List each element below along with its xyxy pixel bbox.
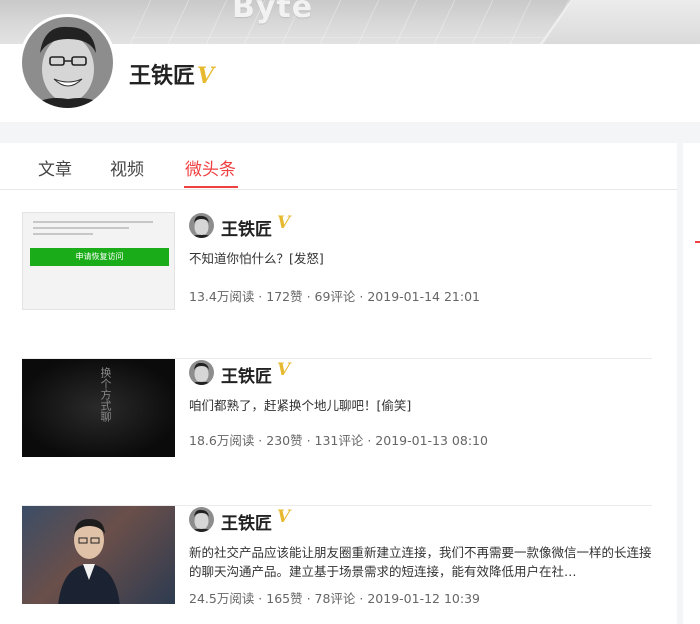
list-item[interactable]: 王铁匠 V 新的社交产品应该能让朋友圈重新建立连接，我们不再需要一款像微信一样的… (22, 506, 652, 624)
author-avatar[interactable] (189, 507, 214, 532)
post-thumbnail[interactable]: 申请恢复访问 (22, 212, 175, 310)
post-thumbnail[interactable] (22, 506, 175, 604)
post-content[interactable]: 不知道你怕什么？[发怒] (189, 249, 654, 268)
author-avatar[interactable] (189, 360, 214, 385)
thumb-button: 申请恢复访问 (30, 248, 169, 266)
list-item[interactable]: 申请恢复访问 王铁匠 V 不知道你怕什么？[发怒] 13.4万阅读 · 172赞… (22, 212, 652, 359)
content-card: 文章 视频 微头条 申请恢复访问 王铁匠 V 不知道你怕什么？[发怒] 13.4… (0, 143, 677, 624)
thumb-text-line (33, 221, 153, 223)
author-name[interactable]: 王铁匠 (221, 509, 272, 534)
post-stats: 13.4万阅读 · 172赞 · 69评论 · 2019-01-14 21:01 (189, 289, 480, 304)
sidebar-accent-mark (695, 241, 700, 243)
author-name[interactable]: 王铁匠 (221, 362, 272, 387)
thumb-overlay-text: 换个方式聊 (99, 367, 112, 422)
banner-brand-text: Byte (232, 0, 314, 25)
thumb-text-line (33, 227, 129, 229)
post-content[interactable]: 新的社交产品应该能让朋友圈重新建立连接，我们不再需要一款像微信一样的长连接的聊天… (189, 543, 654, 581)
profile-name-text: 王铁匠 (129, 64, 196, 89)
profile-header: 王铁匠V (0, 14, 700, 122)
post-stats: 18.6万阅读 · 230赞 · 131评论 · 2019-01-13 08:1… (189, 433, 488, 448)
tab-videos[interactable]: 视频 (110, 155, 144, 180)
tab-articles[interactable]: 文章 (38, 155, 72, 180)
tab-micro-posts[interactable]: 微头条 (185, 155, 236, 180)
avatar[interactable] (19, 14, 116, 111)
tab-bar: 文章 视频 微头条 (0, 143, 677, 190)
verified-icon: V (197, 63, 215, 89)
verified-icon: V (277, 507, 291, 527)
author-avatar[interactable] (189, 213, 214, 238)
author-name[interactable]: 王铁匠 (221, 215, 272, 240)
avatar-portrait (22, 17, 113, 108)
thumb-text-line (33, 233, 93, 235)
right-sidebar-edge (683, 143, 700, 624)
post-content[interactable]: 咱们都熟了，赶紧换个地儿聊吧！[偷笑] (189, 396, 654, 415)
list-item[interactable]: 换个方式聊 王铁匠 V 咱们都熟了，赶紧换个地儿聊吧！[偷笑] 18.6万阅读 … (22, 359, 652, 506)
post-stats: 24.5万阅读 · 165赞 · 78评论 · 2019-01-12 10:39 (189, 591, 480, 606)
thumb-person-image (58, 518, 120, 604)
post-thumbnail[interactable]: 换个方式聊 (22, 359, 175, 457)
active-tab-underline (184, 186, 238, 188)
verified-icon: V (277, 213, 291, 233)
verified-icon: V (277, 360, 291, 380)
profile-name: 王铁匠V (129, 58, 214, 90)
